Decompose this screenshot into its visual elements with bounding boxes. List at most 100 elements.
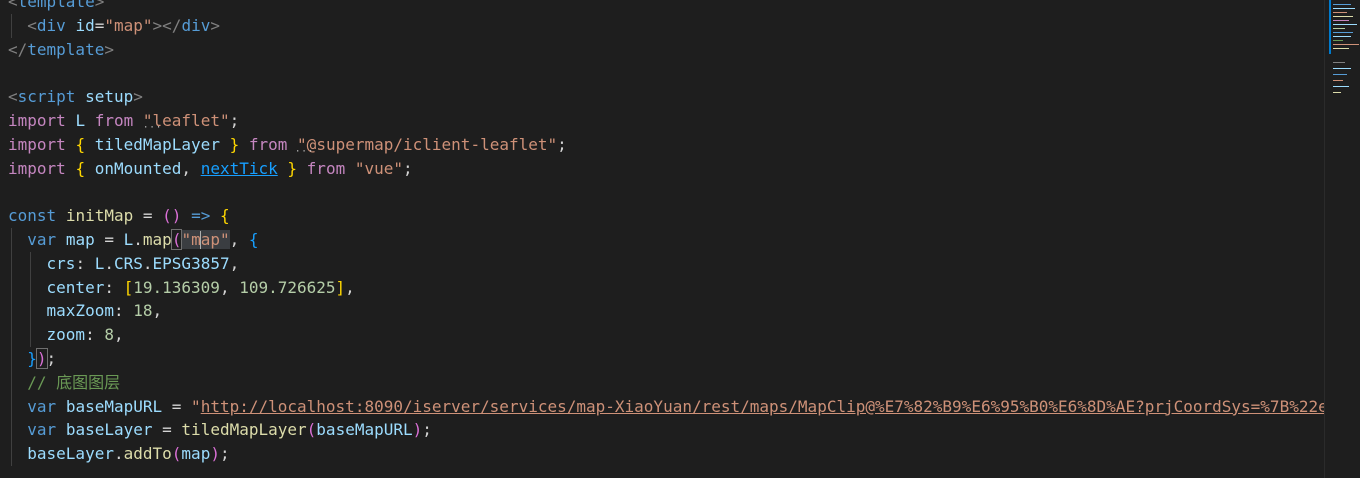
code-token: : — [113, 301, 134, 321]
indent-guide — [11, 323, 12, 347]
code-line-var-baselayer[interactable]: var baseLayer = tiledMapLayer(baseMapURL… — [8, 418, 1324, 443]
minimap[interactable] — [1324, 0, 1360, 478]
code-token: map — [142, 229, 172, 249]
code-token: = — [162, 396, 192, 416]
code-token: ; — [557, 134, 567, 154]
code-line-const-initmap[interactable]: const initMap = () => { — [8, 204, 1324, 228]
indent-guide — [11, 251, 12, 276]
code-token: from — [306, 158, 346, 178]
code-line-script-open[interactable]: <script setup> — [8, 85, 1324, 109]
code-token: L — [75, 110, 86, 130]
code-token: } — [27, 348, 37, 368]
code-token: "@supermap/iclient-leaflet" — [297, 134, 558, 154]
code-token: , — [345, 277, 355, 297]
code-token: " — [191, 396, 201, 416]
code-token: ; — [46, 348, 57, 368]
code-token: import — [8, 158, 66, 178]
code-token: 109.726625 — [239, 277, 336, 297]
code-token: template — [27, 39, 105, 59]
code-token: div — [36, 15, 66, 35]
code-token: < — [8, 87, 18, 107]
code-token: ) — [412, 420, 423, 440]
code-line-import-vue[interactable]: import { onMounted, nextTick } from "vue… — [8, 157, 1324, 181]
code-token: crs — [46, 253, 76, 273]
code-token: template — [17, 0, 95, 11]
code-line-template-open[interactable]: <template> — [8, 0, 1324, 14]
code-line-var-map[interactable]: var map = L.map("map", { — [8, 227, 1324, 252]
code-line-div-map[interactable]: <div id="map"></div> — [8, 13, 1324, 38]
code-line-close-map[interactable]: }); — [8, 346, 1324, 371]
code-token: from — [94, 110, 134, 130]
code-line-zoom[interactable]: zoom: 8, — [8, 323, 1324, 347]
code-token: , — [229, 253, 240, 273]
code-token: tiledMapLayer — [94, 134, 220, 154]
code-token: ( — [306, 420, 317, 440]
code-token: { — [75, 134, 86, 154]
code-token: = — [152, 420, 182, 440]
code-token: "vue" — [354, 158, 404, 178]
code-token: addTo — [123, 444, 172, 464]
code-token: EPSG3857 — [152, 253, 230, 273]
code-line-template-close[interactable]: </template> — [8, 38, 1324, 62]
code-token: ( — [170, 228, 183, 250]
code-token: < — [27, 15, 37, 35]
code-token: tiledMapLayer — [181, 420, 307, 440]
code-token: { — [219, 206, 230, 226]
code-token: { — [248, 229, 259, 249]
code-token: "map" — [104, 15, 153, 35]
code-token: setup — [85, 87, 134, 107]
code-line-addto[interactable]: baseLayer.addTo(map); — [8, 442, 1324, 466]
code-line-center[interactable]: center: [19.136309, 109.726625], — [8, 275, 1324, 300]
code-line-var-basemapurl[interactable]: var baseMapURL = "http://localhost:8090/… — [8, 394, 1324, 419]
code-line-blank-1[interactable] — [8, 61, 1324, 85]
code-line-maxzoom[interactable]: maxZoom: 18, — [8, 299, 1324, 324]
code-token: ) — [210, 444, 220, 464]
code-token: : — [75, 253, 95, 273]
code-token: , — [229, 229, 249, 249]
code-line-blank-2[interactable] — [8, 180, 1324, 204]
code-token: </ — [8, 39, 28, 59]
code-line-comment[interactable]: // 底图图层 — [8, 370, 1324, 395]
code-token: ; — [422, 420, 432, 440]
code-token: < — [8, 0, 18, 11]
indent-guide — [11, 442, 12, 466]
code-line-crs[interactable]: crs: L.CRS.EPSG3857, — [8, 251, 1324, 276]
code-line-import-leaflet[interactable]: import L from "leaflet"; — [8, 109, 1324, 133]
code-token: baseLayer — [65, 420, 153, 440]
code-token: { — [75, 158, 86, 178]
code-token: div — [181, 15, 211, 35]
code-token: > — [94, 0, 105, 11]
code-token: 18 — [133, 301, 153, 321]
indent-guide — [11, 418, 12, 443]
code-token: zoom — [46, 325, 86, 345]
code-token: . — [142, 253, 153, 273]
code-token: = — [94, 229, 124, 249]
code-editor[interactable]: <template> <div id="map"></div> </templat… — [0, 0, 1324, 478]
code-token: 8 — [104, 325, 114, 345]
indent-guide — [11, 299, 12, 324]
code-token: . — [113, 444, 124, 464]
code-line-import-iclient[interactable]: import { tiledMapLayer } from "@supermap… — [8, 133, 1324, 157]
hint-dots-leaflet: ··· — [143, 123, 163, 133]
code-token: map — [65, 229, 95, 249]
indent-guide — [11, 394, 12, 419]
code-token: nextTick — [200, 158, 278, 178]
code-token: . — [133, 229, 143, 249]
indent-guide — [30, 251, 32, 276]
code-token: } — [287, 158, 298, 178]
code-token: ) — [35, 347, 48, 369]
code-token: import — [8, 110, 66, 130]
code-token: center — [46, 277, 105, 297]
code-token: 19.136309 — [133, 277, 220, 297]
